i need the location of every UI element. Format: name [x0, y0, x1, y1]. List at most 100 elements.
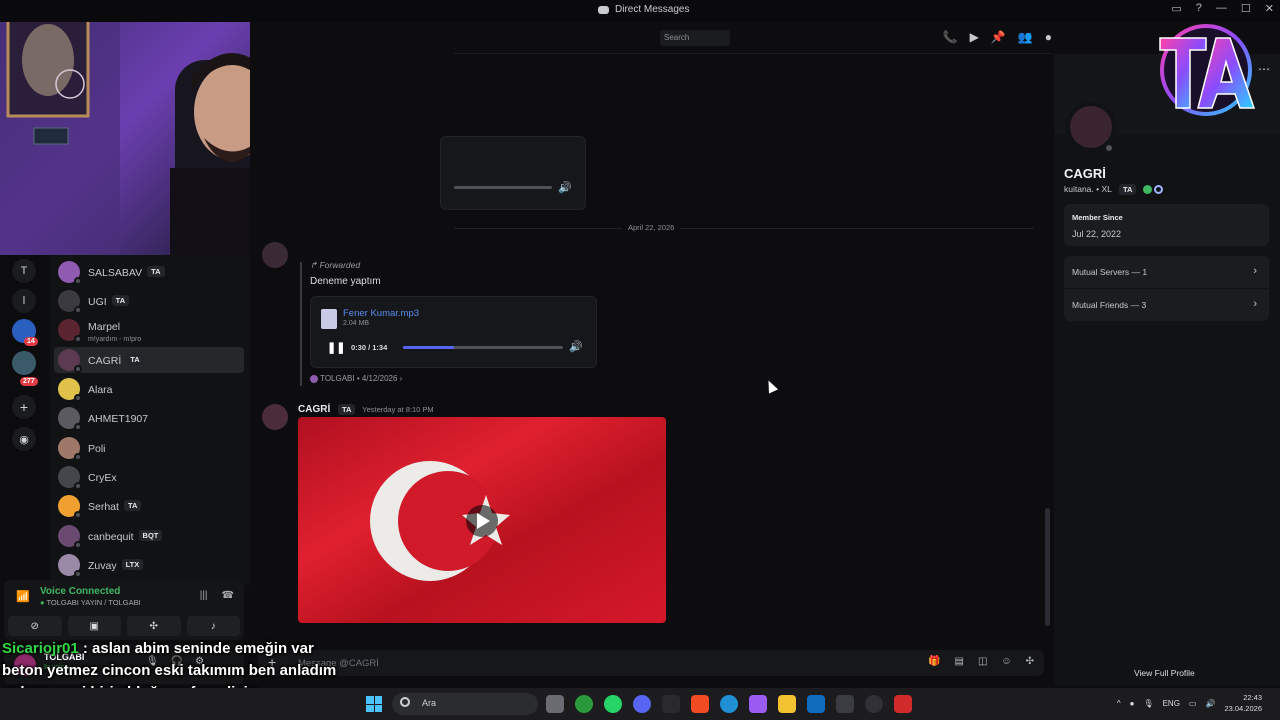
chat-scrollbar[interactable]: [1045, 508, 1050, 626]
mutual-servers-row[interactable]: Mutual Servers — 1 ›: [1064, 256, 1269, 288]
status-dot: [74, 306, 82, 314]
more-options-icon[interactable]: ⋯: [1258, 62, 1270, 76]
dm-name: Serhat: [88, 501, 119, 513]
whatsapp-icon[interactable]: [604, 695, 622, 713]
dm-avatar: [58, 525, 82, 549]
forward-source[interactable]: TOLGABI • 4/12/2026 ›: [310, 374, 402, 383]
apps-icon[interactable]: ✣: [1026, 656, 1034, 667]
dm-tag: TA: [147, 266, 165, 278]
minimize-button[interactable]: —: [1216, 2, 1227, 15]
discover-icon[interactable]: ◉: [12, 427, 36, 451]
dm-text: Alara: [88, 380, 113, 398]
activities-button[interactable]: ✣: [127, 616, 181, 636]
volume-tray-icon[interactable]: 🔊: [1205, 699, 1215, 708]
voice-call-icon[interactable]: 📞: [943, 30, 958, 44]
clock[interactable]: 22:43 23.04.2026: [1224, 692, 1262, 714]
close-button[interactable]: ✕: [1265, 2, 1274, 15]
composer-actions: 🎁 ▤ ◫ ☺ ✣: [928, 656, 1034, 667]
help-icon[interactable]: ?: [1196, 2, 1202, 15]
dm-item[interactable]: AHMET1907: [54, 405, 244, 431]
start-button[interactable]: [366, 696, 382, 712]
dm-item[interactable]: Zuvay LTX: [54, 552, 244, 578]
dm-tag: LTX: [121, 559, 144, 571]
brave-icon[interactable]: [691, 695, 709, 713]
pause-button[interactable]: ❚❚: [327, 341, 345, 354]
dm-item[interactable]: SALSABAV TA: [54, 259, 244, 285]
store-icon[interactable]: [836, 695, 854, 713]
dm-name: CryEx: [88, 472, 117, 484]
dm-item[interactable]: CAGRİ TA: [54, 347, 244, 373]
stream-chat-username: Sicariojr01: [2, 640, 79, 657]
status-dot: [74, 335, 82, 343]
add-friend-icon[interactable]: 👥: [1018, 30, 1033, 44]
video-call-icon[interactable]: ▶: [970, 30, 979, 44]
forward-author-avatar[interactable]: [262, 242, 288, 268]
dm-item[interactable]: Serhat TA: [54, 493, 244, 519]
view-full-profile-link[interactable]: View Full Profile: [1134, 668, 1195, 678]
window-title-text: Direct Messages: [615, 4, 690, 15]
volume-icon-prev[interactable]: 🔊: [558, 181, 572, 194]
message-author-avatar[interactable]: [262, 404, 288, 430]
message-author-tag: TA: [338, 404, 356, 415]
task-view-icon[interactable]: [546, 695, 564, 713]
app2-icon[interactable]: [894, 695, 912, 713]
server-t[interactable]: T: [12, 259, 36, 283]
message-author-name[interactable]: CAGRİ: [298, 404, 330, 415]
search-input[interactable]: Search: [660, 30, 730, 46]
dm-name: Zuvay: [88, 560, 117, 572]
dm-avatar: [58, 319, 82, 343]
maximize-button[interactable]: ☐: [1241, 2, 1251, 15]
file-explorer-icon[interactable]: [778, 695, 796, 713]
outlook-icon[interactable]: [807, 695, 825, 713]
server-group[interactable]: [12, 351, 36, 375]
dm-item[interactable]: Alara: [54, 376, 244, 402]
gif-icon[interactable]: ▤: [954, 656, 963, 667]
gift-icon[interactable]: 🎁: [928, 656, 940, 667]
app-icon[interactable]: [662, 695, 680, 713]
tray-lang[interactable]: ENG: [1163, 699, 1180, 708]
edge-icon[interactable]: [720, 695, 738, 713]
chevron-right-icon: ›: [1253, 265, 1257, 277]
mutual-friends-row[interactable]: Mutual Friends — 3 ›: [1064, 289, 1269, 321]
clock-time: 22:43: [1243, 693, 1262, 702]
dm-tag: TA: [111, 295, 130, 307]
tray-chevron-icon[interactable]: ^: [1117, 699, 1121, 708]
dm-item[interactable]: CryEx: [54, 464, 244, 490]
tray-mic-icon[interactable]: 🎙: [1143, 699, 1153, 708]
voice-status[interactable]: Voice Connected: [40, 586, 120, 597]
message-header: CAGRİ TA Yesterday at 8:10 PM: [298, 404, 434, 415]
copilot-icon[interactable]: [749, 695, 767, 713]
screen-share-button[interactable]: ▣: [67, 616, 121, 636]
sticker-icon[interactable]: ◫: [978, 656, 987, 667]
xbox-icon[interactable]: [575, 695, 593, 713]
noise-suppression-icon[interactable]: |||: [200, 590, 208, 601]
audio-filename[interactable]: Fener Kumar.mp3: [343, 308, 419, 319]
voice-channel[interactable]: ● TOLGABI YAYIN / TOLGABI: [40, 598, 141, 607]
soundboard-button[interactable]: ♪: [186, 616, 240, 636]
dm-item[interactable]: UGI TA: [54, 288, 244, 314]
video-embed[interactable]: [298, 417, 666, 623]
user-profile-icon[interactable]: ●: [1045, 30, 1052, 44]
emoji-icon[interactable]: ☺: [1001, 656, 1011, 667]
audio-time: 0:30 / 1:34: [351, 343, 388, 352]
network-icon[interactable]: ▭: [1189, 699, 1197, 708]
camera-off-button[interactable]: ⊘: [8, 616, 62, 636]
dm-text: canbequit BQT: [88, 527, 163, 545]
tray-app-icon[interactable]: ●: [1130, 699, 1135, 708]
dm-item[interactable]: Marpel m!yardım - m!pro: [54, 317, 244, 343]
taskbar-search[interactable]: Ara: [392, 693, 538, 715]
dm-item[interactable]: canbequit BQT: [54, 523, 244, 549]
add-server-icon[interactable]: +: [12, 395, 36, 419]
disconnect-icon[interactable]: ☎: [222, 590, 234, 601]
audio-progress-prev[interactable]: [454, 186, 552, 189]
server-l[interactable]: l: [12, 289, 36, 313]
volume-icon[interactable]: 🔊: [569, 340, 583, 353]
taskbar-search-text: Ara: [422, 698, 437, 708]
discord-app-icon[interactable]: [633, 695, 651, 713]
pin-icon[interactable]: 📌: [991, 30, 1006, 44]
obs-icon[interactable]: [865, 695, 883, 713]
streamer-logo: [1146, 20, 1258, 120]
badge-icon: [1142, 185, 1152, 195]
dm-item[interactable]: Poli: [54, 435, 244, 461]
inbox-icon[interactable]: ▭: [1171, 2, 1181, 15]
